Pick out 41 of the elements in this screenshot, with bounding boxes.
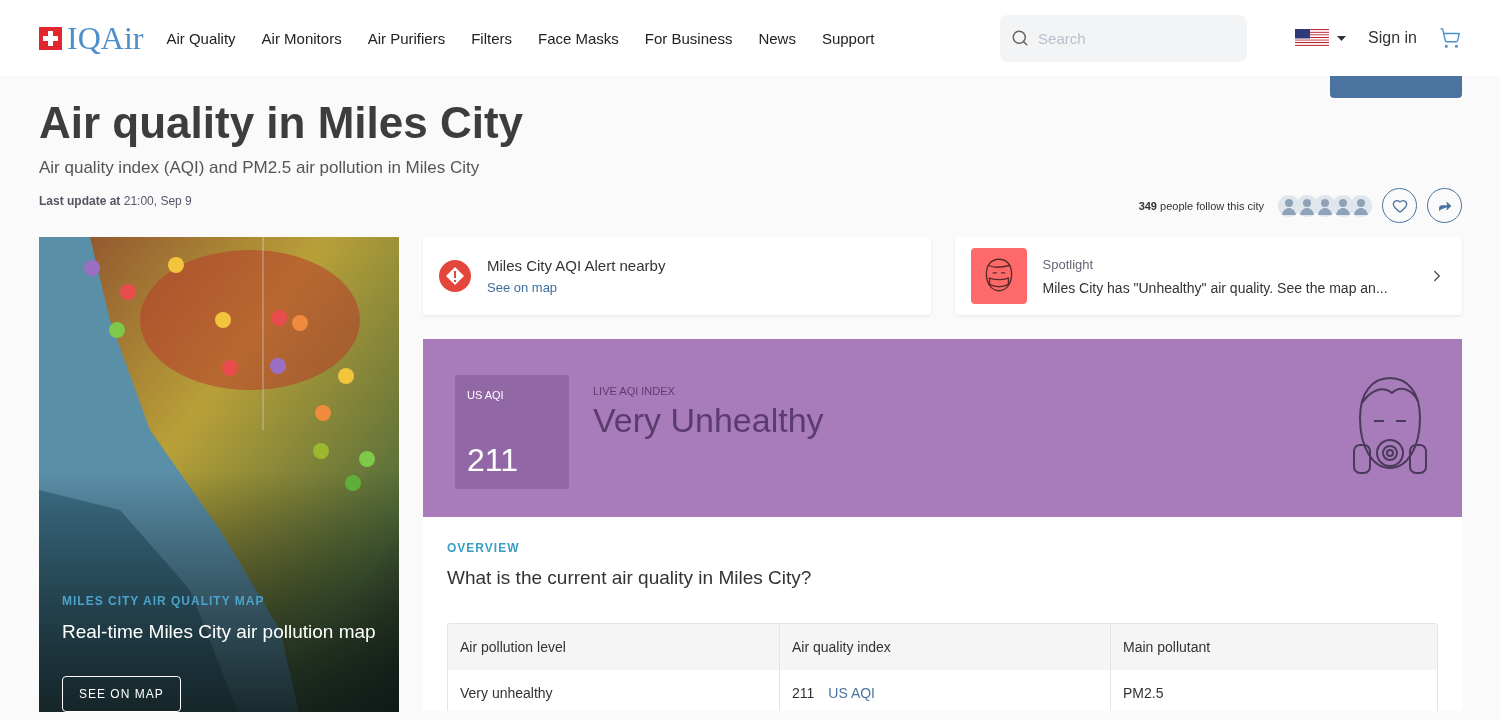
- overview-question: What is the current air quality in Miles City?: [447, 567, 813, 589]
- live-aqi-label: LIVE AQI INDEX: [593, 385, 676, 397]
- see-on-map-link[interactable]: See on map: [487, 280, 666, 295]
- swiss-cross-logo-icon: [39, 26, 62, 50]
- caret-icon: [1337, 35, 1347, 41]
- sign-in-link[interactable]: Sign in: [1368, 29, 1417, 47]
- nav-link[interactable]: Air Purifiers: [354, 29, 459, 47]
- avatar-icon: [1350, 194, 1372, 217]
- last-update: Last update at 21:00, Sep 9: [39, 193, 192, 208]
- page-title: Air quality in Miles City: [39, 98, 524, 148]
- nav-link[interactable]: Air Quality: [153, 29, 249, 47]
- search-field[interactable]: Search: [1000, 14, 1248, 62]
- search-icon: [1011, 28, 1030, 47]
- nav-link[interactable]: Air Monitors: [248, 29, 355, 47]
- heart-icon: [1391, 197, 1408, 214]
- column-header: Air pollution level: [459, 638, 567, 657]
- map-eyebrow: MILES CITY AIR QUALITY MAP: [62, 594, 266, 608]
- country-selector[interactable]: [1295, 29, 1347, 47]
- table-cell: PM2.5: [1110, 670, 1437, 711]
- spotlight-label: Spotlight: [1042, 256, 1095, 272]
- alert-icon: [439, 260, 471, 292]
- flag-icon: [1295, 29, 1330, 47]
- see-on-map-button[interactable]: SEE ON MAP: [62, 676, 181, 712]
- nav-link[interactable]: Support: [808, 29, 888, 47]
- spotlight-card[interactable]: Spotlight Miles City has "Unhealthy" air quality. See the map an...: [954, 237, 1462, 315]
- page-subtitle: Air quality index (AQI) and PM2.5 air pollution in Miles City: [39, 158, 481, 178]
- aqi-unit: US AQI: [467, 389, 505, 401]
- nav-link[interactable]: Face Masks: [525, 29, 632, 47]
- spotlight-text: Miles City has "Unhealthy" air quality. See the map an...: [1042, 279, 1389, 296]
- alert-title: Miles City AQI Alert nearby: [487, 257, 666, 274]
- nav-link[interactable]: News: [745, 29, 809, 47]
- cart-icon[interactable]: [1439, 27, 1461, 49]
- aqi-status: Very Unhealthy: [593, 401, 825, 440]
- overview-eyebrow: OVERVIEW: [447, 541, 521, 555]
- map-title: Real-time Miles City air pollution map: [62, 620, 377, 644]
- follower-count: 349 people follow this city: [1138, 199, 1264, 212]
- table-cell: 211 US AQI: [779, 670, 1110, 711]
- table-cell-text: Very unhealthy: [459, 684, 554, 703]
- aqi-value: 211: [467, 442, 519, 479]
- nav-link[interactable]: For Business: [631, 29, 746, 47]
- nav-link[interactable]: Filters: [458, 29, 525, 47]
